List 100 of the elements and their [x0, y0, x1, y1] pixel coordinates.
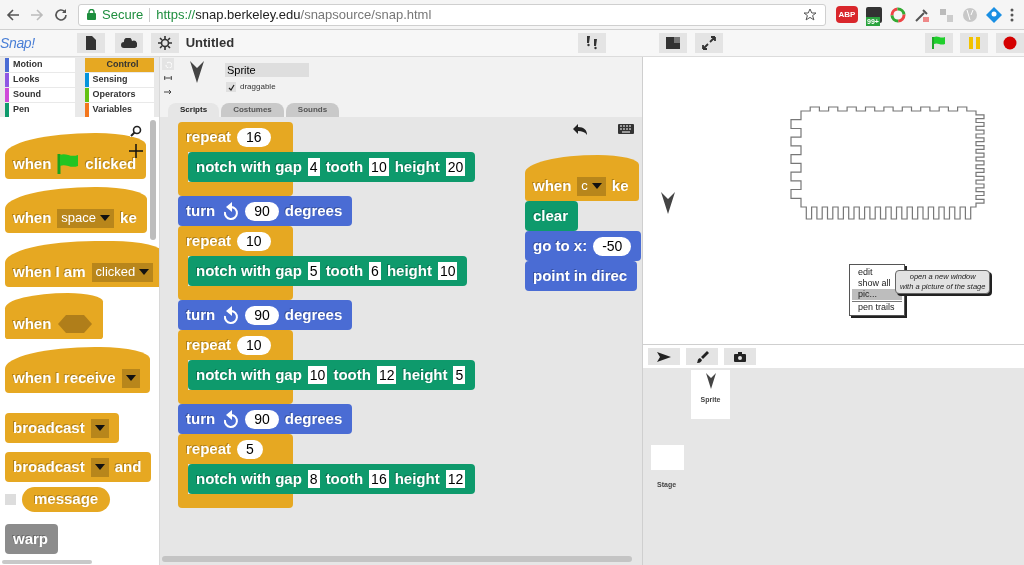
double-arrow-icon: [164, 75, 172, 81]
number-slot[interactable]: 90: [245, 305, 279, 325]
tab[interactable]: Costumes: [221, 103, 284, 117]
block-label: when: [13, 207, 52, 228]
command-block[interactable]: notch with gap 5 tooth 6 height 10: [188, 256, 468, 286]
start-button[interactable]: [924, 33, 953, 53]
input-slot[interactable]: 5: [307, 262, 320, 280]
command-block[interactable]: notch with gap 8 tooth 16 height 12: [188, 464, 476, 494]
dropdown-slot[interactable]: [90, 457, 109, 477]
block-label: height: [394, 468, 440, 489]
paint-button[interactable]: [686, 348, 718, 365]
category-button[interactable]: Operators: [84, 88, 154, 102]
single-step-button[interactable]: [577, 33, 606, 53]
category-button[interactable]: Sensing: [84, 73, 154, 87]
category-button[interactable]: Looks: [5, 73, 75, 87]
dropdown-slot[interactable]: [90, 418, 109, 438]
file-button[interactable]: [76, 33, 105, 53]
back-icon[interactable]: [6, 7, 20, 22]
command-block[interactable]: go to x: -50: [525, 231, 642, 261]
tab[interactable]: Sounds: [285, 103, 340, 117]
command-block[interactable]: point in direc: [525, 261, 638, 291]
stop-button[interactable]: [996, 33, 1024, 53]
scrollbar[interactable]: [150, 120, 156, 240]
tab[interactable]: Scripts: [168, 103, 220, 117]
star-icon[interactable]: [803, 7, 817, 22]
search-icon[interactable]: [130, 125, 142, 137]
menu-icon[interactable]: [1010, 7, 1014, 22]
input-slot[interactable]: 10: [369, 158, 389, 176]
block-label: height: [394, 156, 440, 177]
cloud-button[interactable]: [114, 33, 143, 53]
block-label: when: [13, 313, 52, 334]
diamond-icon[interactable]: [986, 6, 1002, 23]
c-block[interactable]: repeat 10: [178, 226, 293, 256]
input-slot[interactable]: 10: [307, 366, 328, 384]
settings-button[interactable]: [150, 33, 179, 53]
input-slot[interactable]: 6: [369, 262, 381, 280]
block-label: point in direc: [533, 265, 628, 286]
camera-button[interactable]: [724, 348, 756, 365]
input-slot[interactable]: 16: [369, 470, 389, 488]
command-block[interactable]: turn 90 degrees: [178, 196, 353, 226]
keyboard-icon[interactable]: [618, 124, 634, 134]
checkbox[interactable]: [5, 494, 16, 505]
command-block[interactable]: clear: [525, 201, 579, 231]
number-slot[interactable]: 10: [237, 335, 271, 355]
stage-size-button[interactable]: [658, 33, 687, 53]
number-slot[interactable]: 16: [237, 127, 271, 147]
stage-thumbnail[interactable]: [651, 445, 684, 470]
category-button[interactable]: Pen: [5, 103, 75, 117]
block-label: notch with gap: [196, 468, 302, 489]
undo-icon[interactable]: [573, 123, 587, 135]
category-button[interactable]: Variables: [84, 103, 154, 117]
counterclockwise-arrow-icon: [221, 200, 240, 222]
number-slot[interactable]: 10: [237, 231, 271, 251]
c-block[interactable]: repeat 5: [178, 434, 293, 464]
address-bar[interactable]: Secure https://snap.berkeley.edu/snapsource/snap.html: [78, 3, 826, 26]
number-slot[interactable]: 90: [245, 409, 279, 429]
input-slot[interactable]: 20: [445, 158, 466, 176]
command-block[interactable]: notch with gap 4 tooth 10 height 20: [188, 152, 476, 182]
input-slot[interactable]: 12: [445, 470, 466, 488]
flag-icon: [932, 36, 946, 50]
category-button[interactable]: Sound: [5, 88, 75, 102]
category-button[interactable]: Motion: [5, 58, 75, 72]
plus-icon[interactable]: [129, 144, 143, 158]
input-slot[interactable]: 12: [376, 366, 397, 384]
menu-item[interactable]: pic...: [852, 289, 902, 300]
command-block[interactable]: notch with gap 10 tooth 12 height 5: [188, 360, 476, 390]
fullscreen-button[interactable]: [694, 33, 723, 53]
c-block[interactable]: repeat 10: [178, 330, 293, 360]
input-slot[interactable]: 4: [307, 158, 320, 176]
check-icon: [227, 83, 235, 91]
block-label: warp: [13, 528, 48, 549]
scrollbar[interactable]: [2, 560, 92, 564]
block-label: tooth: [325, 260, 364, 281]
ring-icon[interactable]: [890, 6, 906, 23]
checkbox[interactable]: [226, 82, 236, 92]
block-label: repeat: [186, 438, 232, 459]
command-block[interactable]: turn 90 degrees: [178, 404, 353, 434]
block-label: repeat: [186, 230, 232, 251]
block-label: tooth: [325, 468, 364, 489]
category-button[interactable]: Control: [84, 58, 154, 72]
scrollbar[interactable]: [162, 556, 632, 562]
dropper-icon[interactable]: [914, 6, 930, 23]
new-sprite-button[interactable]: [648, 348, 680, 365]
block-label: when I am: [13, 261, 86, 282]
number-slot[interactable]: 5: [237, 439, 263, 459]
reload-icon[interactable]: [54, 7, 68, 22]
block-label: when I receive: [13, 367, 116, 388]
c-block[interactable]: repeat 16: [178, 122, 293, 152]
command-block[interactable]: turn 90 degrees: [178, 300, 353, 330]
snap-logo[interactable]: Snap!: [0, 32, 35, 54]
input-slot[interactable]: 5: [453, 366, 466, 384]
adblock-icon[interactable]: ABP: [836, 6, 858, 23]
dropdown-slot[interactable]: [121, 368, 140, 388]
caret-icon: [139, 269, 150, 275]
number-slot[interactable]: -50: [593, 236, 632, 256]
input-slot[interactable]: 8: [307, 470, 320, 488]
sprite-name-field[interactable]: Sprite: [225, 63, 309, 77]
input-slot[interactable]: 10: [437, 262, 458, 280]
number-slot[interactable]: 90: [245, 201, 279, 221]
menu-item[interactable]: pen trails: [852, 301, 902, 313]
